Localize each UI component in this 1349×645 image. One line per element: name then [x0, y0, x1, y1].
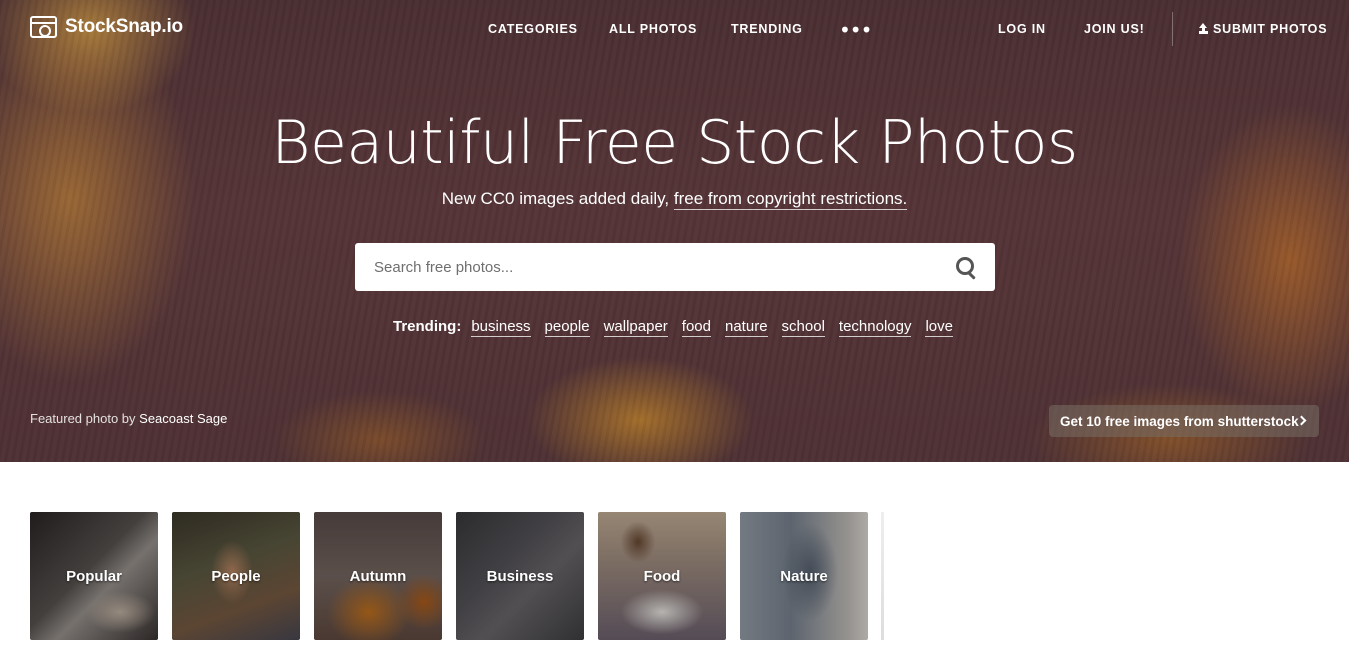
shutterstock-promo-button[interactable]: Get 10 free images from shutterstock — [1049, 405, 1319, 437]
trend-tag-people[interactable]: people — [544, 318, 590, 337]
camera-logo-icon — [30, 16, 57, 38]
category-label: Popular — [66, 567, 122, 585]
logo-text: StockSnap.io — [65, 16, 183, 37]
hero-title: Beautiful Free Stock Photos — [271, 108, 1078, 178]
trend-tag-school[interactable]: school — [781, 318, 825, 337]
category-nature[interactable]: Nature — [740, 512, 868, 640]
category-popular[interactable]: Popular — [30, 512, 158, 640]
category-label: Nature — [780, 567, 828, 585]
more-dots-icon[interactable]: ••• — [839, 18, 872, 42]
site-logo[interactable]: StockSnap.io — [30, 16, 183, 38]
submit-photos-label: SUBMIT PHOTOS — [1213, 22, 1328, 36]
category-label: People — [211, 567, 261, 585]
trend-tag-nature[interactable]: nature — [725, 318, 768, 337]
nav-join[interactable]: JOIN US! — [1084, 22, 1145, 36]
nav-login[interactable]: LOG IN — [998, 22, 1046, 36]
category-label: Autumn — [349, 567, 407, 585]
trend-tag-technology[interactable]: technology — [838, 318, 912, 337]
nav-all-photos[interactable]: ALL PHOTOS — [609, 22, 697, 36]
nav-categories[interactable]: CATEGORIES — [488, 22, 578, 36]
trend-tag-business[interactable]: business — [471, 318, 531, 337]
hero-subtitle: New CC0 images added daily, free from co… — [0, 189, 1349, 210]
subtitle-text: New CC0 images added daily, — [441, 189, 670, 208]
upload-icon — [1198, 23, 1209, 34]
credit-prefix: Featured photo by — [30, 411, 136, 426]
search-bar — [355, 243, 995, 291]
category-food[interactable]: Food — [598, 512, 726, 640]
search-input[interactable] — [355, 243, 939, 291]
copyright-link[interactable]: free from copyright restrictions. — [673, 189, 908, 210]
credit-author-link[interactable]: Seacoast Sage — [139, 411, 227, 426]
category-people[interactable]: People — [172, 512, 300, 640]
trend-tag-wallpaper[interactable]: wallpaper — [603, 318, 668, 337]
nav-submit-photos[interactable]: SUBMIT PHOTOS — [1198, 22, 1327, 36]
category-label: Food — [643, 567, 681, 585]
hero-banner: StockSnap.io CATEGORIES ALL PHOTOS TREND… — [0, 0, 1349, 462]
trend-tag-love[interactable]: love — [925, 318, 953, 337]
category-label: Business — [486, 567, 554, 585]
category-tiles: Popular People Autumn Business Food Natu… — [30, 512, 868, 640]
promo-label: Get 10 free images from shutterstock — [1060, 413, 1299, 429]
nav-trending[interactable]: TRENDING — [731, 22, 803, 36]
category-autumn[interactable]: Autumn — [314, 512, 442, 640]
trending-label: Trending: — [393, 318, 462, 335]
trending-tags: Trending: business people wallpaper food… — [393, 318, 967, 337]
nav-divider — [1172, 12, 1173, 46]
trend-tag-food[interactable]: food — [681, 318, 711, 337]
category-next-tile-edge — [881, 512, 884, 640]
search-icon[interactable] — [939, 243, 995, 291]
featured-photo-credit: Featured photo by Seacoast Sage — [30, 411, 227, 426]
category-business[interactable]: Business — [456, 512, 584, 640]
